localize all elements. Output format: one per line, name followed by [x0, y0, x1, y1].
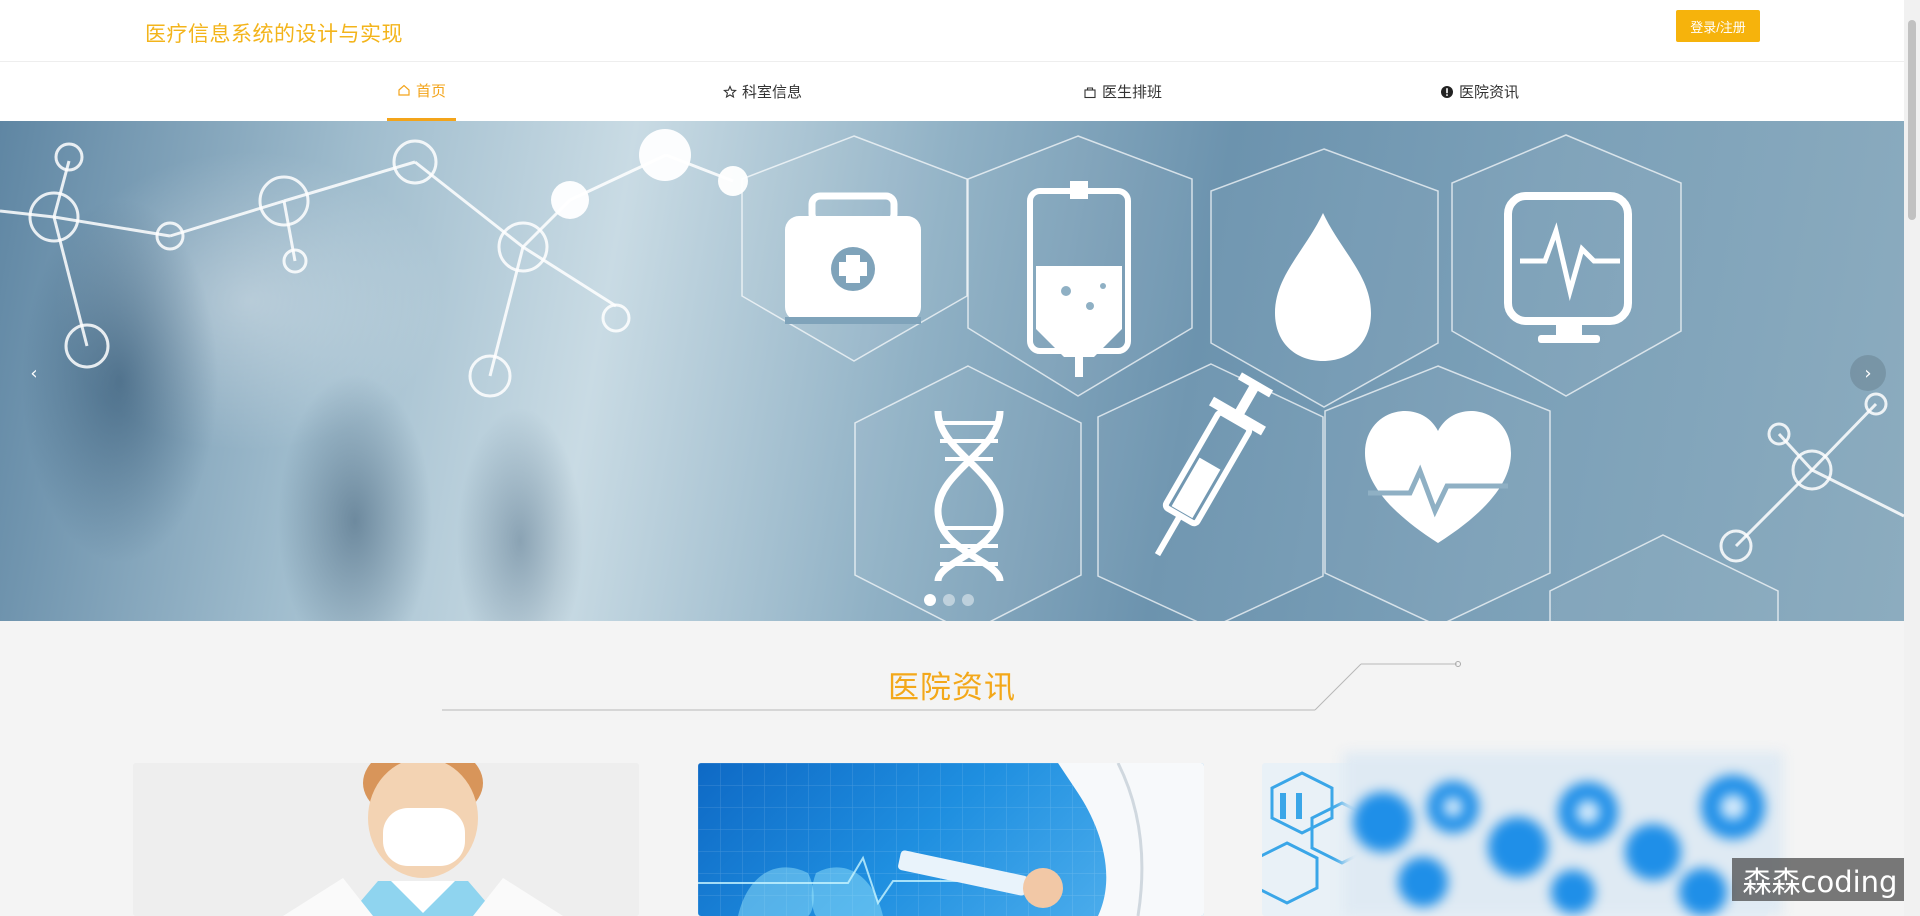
- page-scrollbar[interactable]: [1904, 0, 1920, 916]
- news-card[interactable]: [698, 763, 1204, 916]
- blurred-image-region: [1343, 752, 1783, 916]
- watermark: 森森coding: [1732, 858, 1908, 901]
- medical-tech-image: [698, 763, 1204, 916]
- news-card[interactable]: [133, 763, 639, 916]
- news-section-title: 医院资讯: [888, 670, 1016, 706]
- doctor-mask-image: [133, 763, 639, 916]
- scrollbar-thumb[interactable]: [1908, 20, 1916, 220]
